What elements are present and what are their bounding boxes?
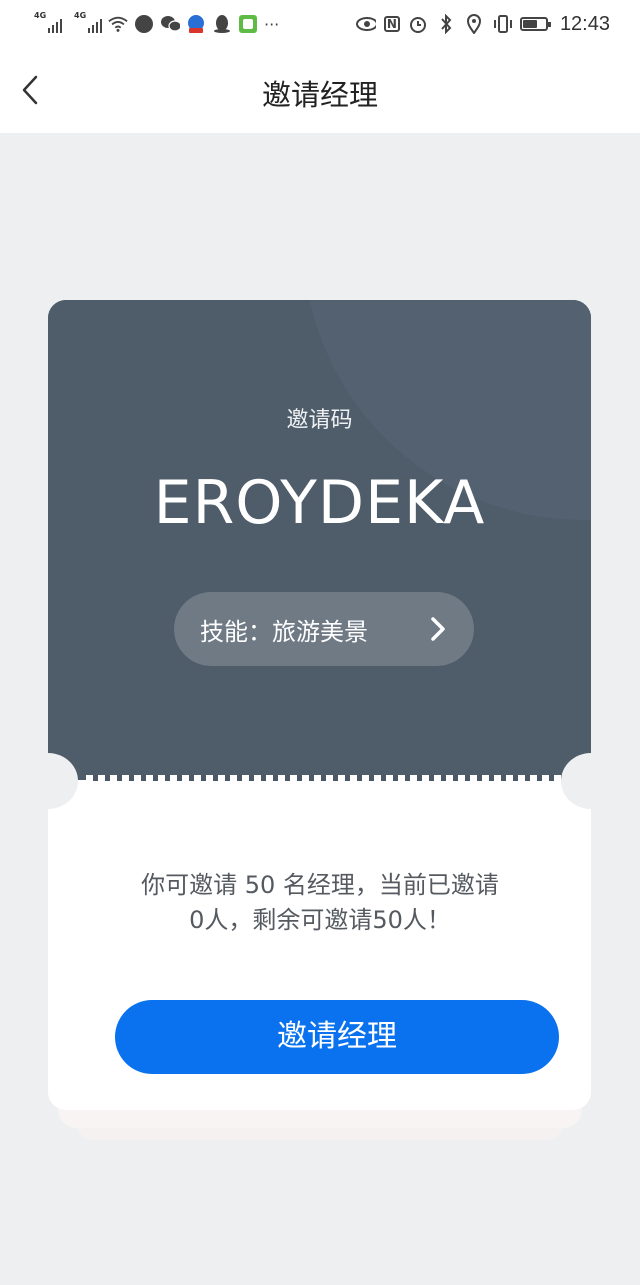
signal-label: 4G xyxy=(34,11,47,20)
invite-code-value[interactable]: EROYDEKA xyxy=(48,468,591,538)
more-dots-icon: ··· xyxy=(264,14,280,34)
bluetooth-icon xyxy=(436,14,456,34)
invite-code-label: 邀请码 xyxy=(286,408,353,433)
alarm-icon xyxy=(408,14,428,34)
status-bar: 4G 4G ··· N 12:43 xyxy=(0,0,640,50)
ticket-notch-right xyxy=(561,753,621,809)
invite-manager-button[interactable]: 邀请经理 xyxy=(115,1000,559,1074)
location-icon xyxy=(464,14,484,34)
qq-icon xyxy=(212,14,232,34)
app-circle-icon xyxy=(134,14,154,34)
wifi-icon xyxy=(108,14,128,34)
signal-4g-icon: 4G xyxy=(74,11,102,33)
chevron-right-icon xyxy=(431,617,445,641)
battery-icon xyxy=(519,17,551,31)
baidu-icon xyxy=(186,14,206,34)
page-title: 邀请经理 xyxy=(261,78,378,112)
eye-icon xyxy=(355,14,376,34)
nfc-icon: N xyxy=(383,16,400,32)
nav-bar: 邀请经理 xyxy=(0,50,640,133)
ticket-notch-left xyxy=(18,753,78,809)
status-bar-left: 4G 4G ··· xyxy=(34,10,279,38)
invite-quota-line: 0人，剩余可邀请50人！ xyxy=(189,906,451,934)
ticket-perforation xyxy=(86,775,562,781)
invite-quota-line: 你可邀请 50 名经理，当前已邀请 xyxy=(141,871,499,899)
skill-label: 技能：旅游美景 xyxy=(200,618,368,646)
invite-code-card: 邀请码 EROYDEKA 技能：旅游美景 xyxy=(48,300,591,780)
vibrate-icon xyxy=(492,14,512,34)
status-bar-right: N 12:43 xyxy=(355,10,610,38)
green-app-icon xyxy=(238,14,258,34)
signal-label: 4G xyxy=(74,11,87,20)
signal-4g-icon: 4G xyxy=(34,11,62,33)
skill-selector-button[interactable]: 技能：旅游美景 xyxy=(174,592,474,666)
status-time: 12:43 xyxy=(559,12,610,35)
wechat-icon xyxy=(160,14,180,34)
invite-quota-text: 你可邀请 50 名经理，当前已邀请 0人，剩余可邀请50人！ xyxy=(95,868,545,938)
